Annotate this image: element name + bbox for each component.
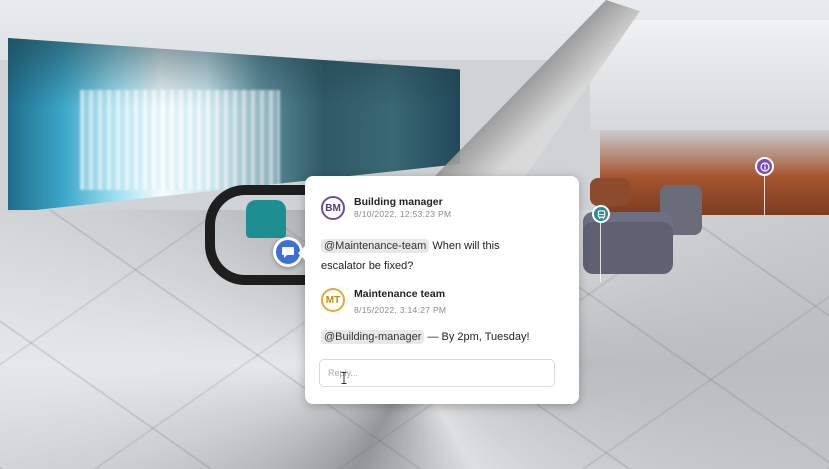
info-icon [759, 161, 770, 172]
comment-text: escalator be fixed? [321, 260, 414, 272]
mention-tag[interactable]: @Maintenance-team [321, 239, 430, 253]
comment-icon [281, 245, 295, 259]
info-marker[interactable] [755, 157, 774, 176]
comment-timestamp: 8/15/2022, 3:14:27 PM [354, 305, 447, 315]
comment-text: When will this [429, 240, 500, 252]
bus-icon [597, 209, 606, 219]
waterfall-streams [80, 90, 280, 190]
comment-body: @Building-manager — By 2pm, Tuesday! [321, 327, 530, 347]
mention-tag[interactable]: @Building-manager [321, 330, 425, 344]
right-wall [590, 20, 829, 130]
comment-header: MT Maintenance team 8/15/2022, 3:14:27 P… [321, 288, 446, 316]
virtual-tour-viewport[interactable]: BM Building manager 8/10/2022, 12:53:23 … [0, 0, 829, 469]
avatar: MT [321, 288, 345, 312]
teal-chair [246, 200, 286, 238]
marker-stem [764, 176, 765, 216]
comment-body: @Maintenance-team When will this escalat… [321, 236, 500, 276]
bus-marker[interactable] [592, 205, 610, 223]
lobby-chair [590, 178, 630, 206]
comment-author: Building manager [354, 196, 443, 208]
reply-input[interactable] [319, 359, 555, 387]
comment-header: BM Building manager 8/10/2022, 12:53:23 … [321, 196, 451, 220]
avatar-initials: BM [325, 202, 341, 214]
comment-text: — By 2pm, Tuesday! [424, 331, 530, 343]
reception-desk [600, 130, 829, 215]
comment-timestamp: 8/10/2022, 12:53:23 PM [354, 209, 452, 219]
comment-thread-panel: BM Building manager 8/10/2022, 12:53:23 … [298, 176, 579, 404]
avatar-initials: MT [325, 294, 341, 306]
avatar: BM [321, 196, 345, 220]
marker-stem [600, 222, 601, 282]
comment-author: Maintenance team [354, 288, 446, 300]
